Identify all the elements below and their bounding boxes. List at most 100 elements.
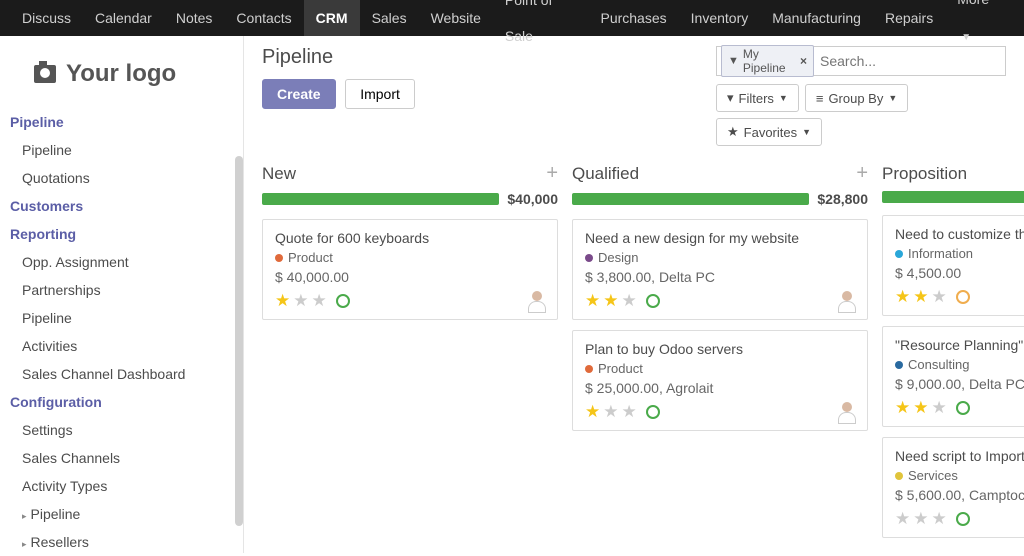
filters-button[interactable]: ▾ Filters ▼ bbox=[716, 84, 799, 112]
import-button[interactable]: Import bbox=[345, 79, 415, 109]
star-icon[interactable]: ★ bbox=[895, 398, 910, 418]
nav-item-contacts[interactable]: Contacts bbox=[224, 0, 303, 36]
control-panel: Pipeline Create Import ▼ My Pipeline × bbox=[244, 36, 1024, 156]
star-icon[interactable]: ★ bbox=[913, 287, 928, 307]
priority-stars: ★★★ bbox=[895, 287, 1024, 307]
star-icon[interactable]: ★ bbox=[275, 291, 290, 311]
avatar[interactable] bbox=[835, 289, 859, 313]
card-subtitle: $ 4,500.00 bbox=[895, 265, 1024, 281]
card-subtitle: $ 25,000.00, Agrolait bbox=[585, 380, 855, 396]
nav-item-calendar[interactable]: Calendar bbox=[83, 0, 164, 36]
sidebar-item-cfg-pipeline[interactable]: Pipeline bbox=[0, 500, 243, 528]
activity-icon[interactable] bbox=[646, 294, 660, 308]
star-icon[interactable]: ★ bbox=[895, 509, 910, 529]
star-icon[interactable]: ★ bbox=[913, 509, 928, 529]
nav-item-manufacturing[interactable]: Manufacturing bbox=[760, 0, 873, 36]
activity-icon[interactable] bbox=[336, 294, 350, 308]
sidebar-item-activities[interactable]: Activities bbox=[0, 332, 243, 360]
tag-dot-icon bbox=[895, 250, 903, 258]
sidebar-item-sales-channels[interactable]: Sales Channels bbox=[0, 444, 243, 472]
star-icon[interactable]: ★ bbox=[622, 291, 637, 311]
avatar[interactable] bbox=[525, 289, 549, 313]
sidebar-item-settings[interactable]: Settings bbox=[0, 416, 243, 444]
kanban-card[interactable]: Quote for 600 keyboards Product $ 40,000… bbox=[262, 219, 558, 320]
add-card-button[interactable]: + bbox=[546, 162, 558, 185]
search-input[interactable] bbox=[814, 53, 1001, 69]
star-icon[interactable]: ★ bbox=[932, 287, 947, 307]
activity-icon[interactable] bbox=[956, 401, 970, 415]
sidebar-item-opp-assignment[interactable]: Opp. Assignment bbox=[0, 248, 243, 276]
nav-item-discuss[interactable]: Discuss bbox=[10, 0, 83, 36]
kanban-column: New + $40,000 Quote for 600 keyboards Pr… bbox=[262, 162, 558, 548]
star-icon[interactable]: ★ bbox=[312, 291, 327, 311]
card-tag: Services bbox=[895, 468, 1024, 483]
groupby-button[interactable]: ≡ Group By ▼ bbox=[805, 84, 908, 112]
tag-label: Information bbox=[908, 246, 973, 261]
sidebar-scrollbar[interactable] bbox=[235, 156, 243, 526]
avatar[interactable] bbox=[835, 400, 859, 424]
star-icon[interactable]: ★ bbox=[585, 291, 600, 311]
activity-icon[interactable] bbox=[956, 512, 970, 526]
kanban-card[interactable]: "Resource Planning" p development Consul… bbox=[882, 326, 1024, 427]
nav-item-sales[interactable]: Sales bbox=[360, 0, 419, 36]
tag-label: Product bbox=[288, 250, 333, 265]
activity-icon[interactable] bbox=[956, 290, 970, 304]
kanban-column: Qualified + $28,800 Need a new design fo… bbox=[572, 162, 868, 548]
add-card-button[interactable]: + bbox=[856, 162, 868, 185]
search-filter-tag[interactable]: ▼ My Pipeline × bbox=[721, 45, 814, 77]
card-title: Need a new design for my website bbox=[585, 230, 855, 246]
logo-text: Your logo bbox=[66, 60, 176, 88]
tag-label: Product bbox=[598, 361, 643, 376]
activity-icon[interactable] bbox=[646, 405, 660, 419]
priority-stars: ★★★ bbox=[585, 402, 855, 422]
groupby-label: Group By bbox=[828, 91, 883, 106]
star-icon[interactable]: ★ bbox=[913, 398, 928, 418]
star-icon[interactable]: ★ bbox=[622, 402, 637, 422]
sidebar-item-pipeline[interactable]: Pipeline bbox=[0, 136, 243, 164]
sidebar-section-reporting[interactable]: Reporting bbox=[0, 220, 243, 248]
card-tag: Consulting bbox=[895, 357, 1024, 372]
logo[interactable]: Your logo bbox=[0, 50, 243, 108]
search-box[interactable]: ▼ My Pipeline × bbox=[716, 46, 1006, 76]
nav-item-repairs[interactable]: Repairs bbox=[873, 0, 945, 36]
sidebar-item-rep-pipeline[interactable]: Pipeline bbox=[0, 304, 243, 332]
tag-label: Consulting bbox=[908, 357, 969, 372]
nav-item-website[interactable]: Website bbox=[419, 0, 493, 36]
kanban-board: New + $40,000 Quote for 600 keyboards Pr… bbox=[244, 156, 1024, 548]
sidebar-item-partnerships[interactable]: Partnerships bbox=[0, 276, 243, 304]
sidebar-item-quotations[interactable]: Quotations bbox=[0, 164, 243, 192]
kanban-card[interactable]: Need a new design for my website Design … bbox=[572, 219, 868, 320]
sidebar-item-sales-channel-dash[interactable]: Sales Channel Dashboard bbox=[0, 360, 243, 388]
priority-stars: ★★★ bbox=[585, 291, 855, 311]
column-total: $28,800 bbox=[817, 191, 868, 207]
sidebar-item-activity-types[interactable]: Activity Types bbox=[0, 472, 243, 500]
star-icon[interactable]: ★ bbox=[603, 402, 618, 422]
funnel-icon: ▾ bbox=[727, 90, 734, 106]
nav-item-crm[interactable]: CRM bbox=[304, 0, 360, 36]
progress-bar bbox=[572, 193, 809, 205]
nav-item-notes[interactable]: Notes bbox=[164, 0, 225, 36]
kanban-card[interactable]: Plan to buy Odoo servers Product $ 25,00… bbox=[572, 330, 868, 431]
kanban-card[interactable]: Need script to Import e Services $ 5,600… bbox=[882, 437, 1024, 538]
close-icon[interactable]: × bbox=[800, 54, 807, 68]
create-button[interactable]: Create bbox=[262, 79, 336, 109]
star-icon[interactable]: ★ bbox=[603, 291, 618, 311]
sidebar-item-resellers[interactable]: Resellers bbox=[0, 528, 243, 556]
favorites-button[interactable]: ★ Favorites ▼ bbox=[716, 118, 822, 146]
progress-bar bbox=[882, 191, 1024, 203]
star-icon[interactable]: ★ bbox=[585, 402, 600, 422]
funnel-icon: ▼ bbox=[728, 55, 739, 67]
column-title: Proposition bbox=[882, 164, 1024, 184]
star-icon[interactable]: ★ bbox=[293, 291, 308, 311]
sidebar-section-pipeline[interactable]: Pipeline bbox=[0, 108, 243, 136]
sidebar-section-customers[interactable]: Customers bbox=[0, 192, 243, 220]
star-icon[interactable]: ★ bbox=[932, 398, 947, 418]
sidebar-section-configuration[interactable]: Configuration bbox=[0, 388, 243, 416]
star-icon[interactable]: ★ bbox=[895, 287, 910, 307]
nav-item-inventory[interactable]: Inventory bbox=[679, 0, 761, 36]
star-icon[interactable]: ★ bbox=[932, 509, 947, 529]
card-subtitle: $ 3,800.00, Delta PC bbox=[585, 269, 855, 285]
tag-dot-icon bbox=[895, 361, 903, 369]
nav-item-purchases[interactable]: Purchases bbox=[588, 0, 678, 36]
kanban-card[interactable]: Need to customize the Information $ 4,50… bbox=[882, 215, 1024, 316]
